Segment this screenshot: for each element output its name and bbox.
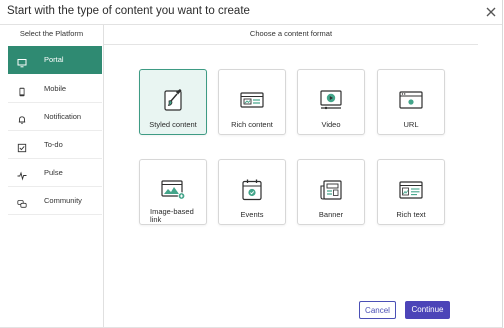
chat-bubbles-icon bbox=[17, 196, 27, 208]
sidebar-item-to-do[interactable]: To-do bbox=[8, 131, 102, 159]
format-card-banner[interactable]: Banner bbox=[297, 159, 365, 225]
format-card-label: Rich text bbox=[396, 210, 426, 219]
sidebar-item-mobile[interactable]: Mobile bbox=[8, 75, 102, 103]
format-card-url[interactable]: URL bbox=[377, 69, 445, 135]
format-card-label: Rich content bbox=[231, 120, 273, 129]
sidebar-item-notification[interactable]: Notification bbox=[8, 103, 102, 131]
monitor-icon bbox=[17, 55, 27, 68]
sidebar-item-label: Notification bbox=[44, 112, 82, 121]
rich-text-icon bbox=[398, 178, 424, 202]
format-card-styled-content[interactable]: Styled content bbox=[139, 69, 207, 135]
format-card-label: Events bbox=[240, 210, 264, 219]
close-icon[interactable] bbox=[484, 5, 498, 19]
url-window-icon bbox=[398, 88, 424, 112]
format-card-label: Banner bbox=[318, 210, 344, 219]
dialog-title: Start with the type of content you want … bbox=[7, 5, 250, 17]
format-card-events[interactable]: Events bbox=[218, 159, 286, 225]
sidebar-item-label: To-do bbox=[44, 140, 63, 149]
format-card-rich-text[interactable]: Rich text bbox=[377, 159, 445, 225]
content-divider bbox=[104, 44, 478, 45]
sidebar-item-label: Pulse bbox=[44, 168, 63, 177]
mobile-phone-icon bbox=[17, 84, 27, 97]
format-card-label: Video bbox=[321, 120, 341, 129]
format-card-image-based-link[interactable]: Image-based link bbox=[139, 159, 207, 225]
sidebar-item-pulse[interactable]: Pulse bbox=[8, 159, 102, 187]
sidebar-heading: Select the Platform bbox=[19, 29, 84, 38]
banner-newspaper-icon bbox=[318, 178, 344, 202]
content-format-heading: Choose a content format bbox=[249, 29, 333, 38]
continue-button[interactable]: Continue bbox=[405, 301, 450, 319]
platform-sidebar: Select the Platform Portal Mobile Notifi… bbox=[0, 25, 104, 327]
rich-content-icon bbox=[239, 88, 265, 112]
format-card-video[interactable]: Video bbox=[297, 69, 365, 135]
format-card-rich-content[interactable]: Rich content bbox=[218, 69, 286, 135]
sidebar-item-label: Community bbox=[44, 196, 82, 205]
cancel-button[interactable]: Cancel bbox=[359, 301, 396, 319]
create-content-dialog: Start with the type of content you want … bbox=[0, 0, 503, 328]
paint-brush-icon bbox=[160, 88, 186, 112]
video-player-icon bbox=[318, 88, 344, 112]
sidebar-item-portal[interactable]: Portal bbox=[8, 46, 102, 74]
sidebar-item-community[interactable]: Community bbox=[8, 187, 102, 215]
checkbox-icon bbox=[17, 140, 27, 153]
format-card-label: URL bbox=[403, 120, 419, 129]
bell-icon bbox=[17, 112, 27, 125]
calendar-event-icon bbox=[239, 178, 265, 202]
sidebar-item-label: Mobile bbox=[44, 84, 67, 93]
pulse-icon bbox=[17, 168, 27, 181]
format-card-label: Styled content bbox=[149, 120, 197, 129]
sidebar-item-label: Portal bbox=[44, 55, 64, 64]
format-card-label: Image-based link bbox=[150, 207, 194, 224]
image-link-icon bbox=[160, 178, 186, 202]
